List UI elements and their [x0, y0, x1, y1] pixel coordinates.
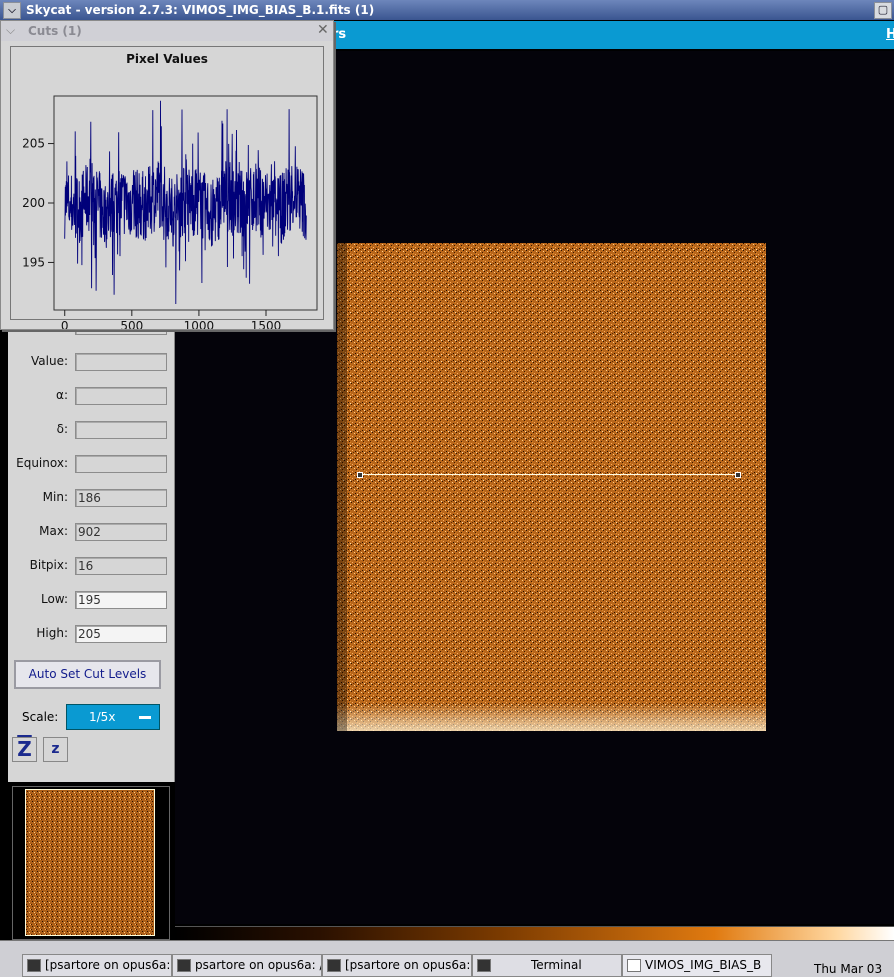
scale-label: Scale:	[22, 710, 59, 724]
cuts-window[interactable]: ⌵ Cuts (1) ✕ Pixel Values 195 200 205 0 500 1…	[0, 20, 334, 330]
value-label: Value:	[31, 354, 68, 368]
alpha-field	[75, 387, 167, 405]
cut-line-end-handle[interactable]	[735, 472, 741, 478]
taskbar-item-label: VIMOS_IMG_BIAS_B	[645, 958, 762, 972]
taskbar-item-label: [psartore on opus6a: /	[45, 958, 172, 972]
low-label: Low:	[40, 592, 68, 606]
menu-item-help[interactable]: H	[886, 27, 894, 42]
terminal-icon	[327, 959, 341, 972]
y-tick-label: 195	[22, 255, 45, 269]
cut-line-start-handle[interactable]	[357, 472, 363, 478]
delta-label: δ:	[56, 422, 68, 436]
taskbar-item-label: [psartore on opus6a: /	[345, 958, 472, 972]
pixel-values-line	[64, 100, 307, 305]
pixel-values-chart: 195 200 205 0 500 1000 1500	[22, 95, 318, 329]
delta-field	[75, 421, 167, 439]
taskbar-item-4[interactable]: Terminal	[472, 954, 622, 977]
cut-line[interactable]	[360, 474, 738, 475]
taskbar-item-label: Terminal	[531, 958, 582, 972]
clock: Thu Mar 03	[814, 962, 883, 976]
equinox-field	[75, 455, 167, 473]
y-tick-label: 205	[22, 137, 45, 151]
maximize-icon[interactable]: ▢	[874, 2, 892, 19]
menu-item-partial[interactable]: rs	[332, 27, 346, 42]
max-label: Max:	[39, 524, 68, 538]
value-field	[75, 353, 167, 371]
fits-image[interactable]	[337, 243, 766, 731]
zoom-out-icon: z	[51, 741, 60, 757]
taskbar-item-2[interactable]: psartore on opus6a: /h	[172, 954, 322, 977]
zoom-in-button[interactable]: Z	[12, 737, 37, 762]
high-cut-input[interactable]: 205	[75, 625, 167, 643]
x-tick-label: 500	[120, 319, 143, 329]
y-tick-label: 200	[22, 196, 45, 210]
max-field: 902	[75, 523, 167, 541]
window-titlebar[interactable]: ⌵ Skycat - version 2.7.3: VIMOS_IMG_BIAS…	[0, 0, 894, 20]
taskbar-item-3[interactable]: [psartore on opus6a: /	[322, 954, 472, 977]
x-tick-label: 0	[61, 319, 69, 329]
colorbar	[175, 926, 894, 940]
terminal-icon	[27, 959, 41, 972]
x-tick-label: 1000	[184, 319, 215, 329]
low-cut-input[interactable]: 195	[75, 591, 167, 609]
zoom-out-button[interactable]: z	[43, 737, 68, 762]
bitpix-label: Bitpix:	[29, 558, 68, 572]
terminal-icon	[477, 959, 491, 972]
scale-menu-button[interactable]: 1/5x	[66, 704, 160, 730]
equinox-label: Equinox:	[16, 456, 68, 470]
bitpix-field: 16	[75, 557, 167, 575]
min-label: Min:	[42, 490, 68, 504]
window-title: Skycat - version 2.7.3: VIMOS_IMG_BIAS_B…	[26, 3, 375, 17]
document-icon	[627, 959, 641, 972]
high-label: High:	[36, 626, 68, 640]
min-field: 186	[75, 489, 167, 507]
auto-set-cut-levels-button[interactable]: Auto Set Cut Levels	[14, 660, 161, 689]
x-tick-label: 1500	[251, 319, 282, 329]
pan-thumbnail[interactable]	[25, 789, 155, 936]
menu-indicator-icon	[139, 716, 151, 719]
taskbar-item-1[interactable]: [psartore on opus6a: /	[22, 954, 172, 977]
scale-value: 1/5x	[89, 710, 116, 724]
terminal-icon	[177, 959, 191, 972]
taskbar-item-label: psartore on opus6a: /h	[195, 958, 322, 972]
window-menu-icon[interactable]: ⌵	[3, 2, 21, 19]
taskbar-item-5[interactable]: VIMOS_IMG_BIAS_B	[622, 954, 772, 977]
zoom-in-icon: Z	[17, 737, 32, 761]
alpha-label: α:	[56, 388, 68, 402]
